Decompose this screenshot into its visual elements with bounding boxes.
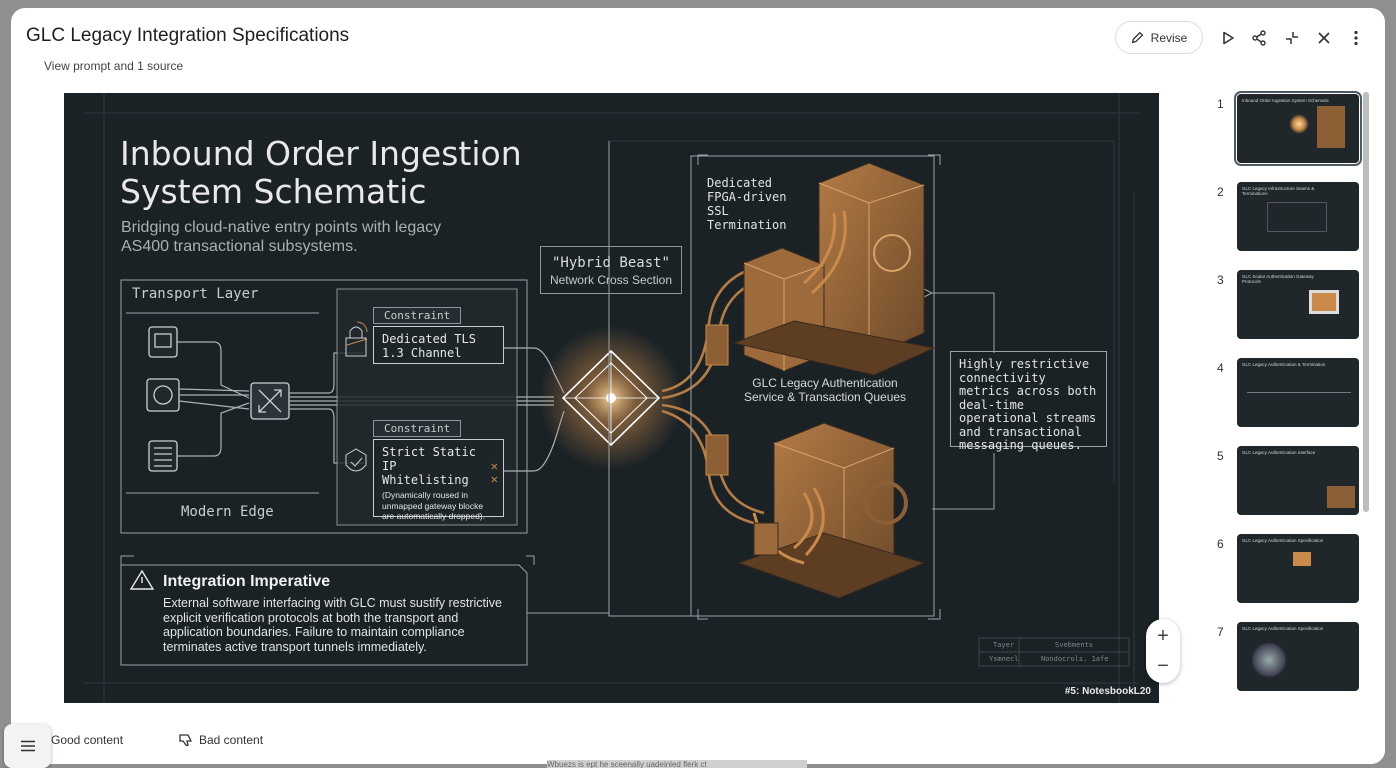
page-title: GLC Legacy Integration Specifications bbox=[26, 25, 350, 46]
thumbnail-number: 3 bbox=[1217, 273, 1224, 287]
slide-footer: #5: NotesbookL20 bbox=[1064, 686, 1151, 697]
hybrid-beast-label: "Hybrid Beast" Network Cross Section bbox=[540, 246, 682, 294]
transport-layer-label: Transport Layer bbox=[132, 286, 259, 302]
thumbnail-number: 4 bbox=[1217, 361, 1224, 375]
bad-content-label: Bad content bbox=[199, 733, 264, 747]
close-button[interactable] bbox=[1313, 27, 1335, 49]
thumbnail-title: GLC Scalar Authentication Gateway Protoc… bbox=[1242, 274, 1314, 284]
constraint-tls-text: Dedicated TLS 1.3 Channel bbox=[382, 332, 476, 360]
constraint-tls-box: Dedicated TLS 1.3 Channel bbox=[373, 326, 504, 364]
thumbnail-row: 4 GLC Legacy Authentication & Terminatio… bbox=[1211, 358, 1371, 430]
thumbnail-slide-3[interactable]: GLC Scalar Authentication Gateway Protoc… bbox=[1237, 270, 1359, 339]
bad-content-button[interactable]: Bad content bbox=[179, 733, 263, 747]
thumbnail-row: 3 GLC Scalar Authentication Gateway Prot… bbox=[1211, 270, 1371, 342]
share-icon bbox=[1252, 30, 1266, 46]
integration-imperative: Integration Imperative External software… bbox=[121, 563, 526, 665]
thumbnail-number: 7 bbox=[1217, 625, 1224, 639]
table-header-1: Tayer bbox=[993, 641, 1015, 649]
more-vert-icon bbox=[1354, 30, 1358, 46]
table-cell-2: Nondocrols. 1afe bbox=[1041, 655, 1109, 663]
imperative-title: Integration Imperative bbox=[163, 573, 331, 590]
imperative-body: External software interfacing with GLC m… bbox=[163, 596, 503, 654]
constraint-ip-text: Strict Static IP Whitelisting bbox=[382, 445, 476, 487]
slide-subtitle: Bridging cloud-native entry points with … bbox=[121, 219, 442, 255]
app-window: GLC Legacy Integration Specifications Vi… bbox=[11, 8, 1385, 764]
thumbnail-row: 2 GLC Legacy Infrastructure Seams & Term… bbox=[1211, 182, 1371, 254]
slide-title: Inbound Order Ingestion System Schematic bbox=[120, 134, 522, 211]
thumbnail-number: 5 bbox=[1217, 449, 1224, 463]
lower-server bbox=[737, 422, 926, 599]
pencil-icon bbox=[1131, 31, 1143, 44]
thumbnail-row: 7 GLC Legacy Authentication Specificatio… bbox=[1211, 622, 1371, 694]
thumbnail-row: 1 Inbound Order Ingestion System Schemat… bbox=[1211, 91, 1371, 166]
play-icon bbox=[1223, 31, 1234, 45]
thumbnail-row: 5 GLC Legacy Authentication Interface bbox=[1211, 446, 1371, 518]
thumbnail-slide-4[interactable]: GLC Legacy Authentication & Termination bbox=[1237, 358, 1359, 427]
constraint-ip-box: Strict Static IP Whitelisting (Dynamical… bbox=[373, 439, 504, 521]
thumbnail-title: GLC Legacy Authentication Specification bbox=[1242, 538, 1324, 543]
slide-canvas: Inbound Order Ingestion System Schematic… bbox=[64, 93, 1159, 703]
zoom-control: + − bbox=[1146, 619, 1180, 683]
thumbnail-number: 1 bbox=[1217, 97, 1224, 111]
feedback-bar: Good content Bad content bbox=[11, 714, 1385, 764]
close-icon bbox=[1318, 32, 1330, 44]
thumbnail-slide-2[interactable]: GLC Legacy Infrastructure Seams & Termin… bbox=[1237, 182, 1359, 251]
menu-button[interactable] bbox=[4, 724, 51, 768]
hamburger-icon bbox=[20, 740, 35, 752]
thumbnail-title: GLC Legacy Authentication Specification bbox=[1242, 626, 1324, 631]
good-content-label: Good content bbox=[51, 733, 124, 747]
present-button[interactable] bbox=[1217, 27, 1239, 49]
hybrid-beast-title: "Hybrid Beast" bbox=[551, 255, 670, 271]
thumbnail-slide-7[interactable]: GLC Legacy Authentication Specification bbox=[1237, 622, 1359, 691]
table-header-2: Svebments bbox=[1055, 641, 1093, 649]
thumbnail-slide-6[interactable]: GLC Legacy Authentication Specification bbox=[1237, 534, 1359, 603]
thumbnails-scrollbar[interactable] bbox=[1363, 92, 1369, 512]
thumbnail-number: 6 bbox=[1217, 537, 1224, 551]
edge-icons bbox=[146, 326, 290, 472]
restrictive-note: Highly restrictive connectivity metrics … bbox=[950, 351, 1107, 452]
collapse-icon bbox=[1286, 32, 1298, 44]
glc-service-label: GLC Legacy Authentication Service & Tran… bbox=[743, 376, 907, 404]
good-content-button[interactable]: Good content bbox=[51, 733, 123, 747]
view-prompt-link[interactable]: View prompt and 1 source bbox=[44, 59, 183, 73]
hybrid-beast-subtitle: Network Cross Section bbox=[549, 273, 673, 287]
thumbnail-title: Inbound Order Ingestion System Schematic bbox=[1242, 98, 1330, 103]
constraint-tag-2: Constraint bbox=[373, 420, 462, 437]
table-cell-1: Ysmnecl bbox=[989, 655, 1019, 663]
fpga-label: Dedicated FPGA-driven SSL Termination bbox=[707, 176, 787, 232]
zoom-in-button[interactable]: + bbox=[1146, 621, 1180, 651]
slide-thumbnails: 1 Inbound Order Ingestion System Schemat… bbox=[1211, 91, 1371, 712]
constraint-tag-1: Constraint bbox=[373, 307, 462, 324]
thumbnail-row: 6 GLC Legacy Authentication Specificatio… bbox=[1211, 534, 1371, 606]
thumbnail-title: GLC Legacy Authentication Interface bbox=[1242, 450, 1316, 455]
collapse-button[interactable] bbox=[1281, 27, 1303, 49]
thumbnail-title: GLC Legacy Authentication & Termination bbox=[1242, 362, 1326, 367]
revise-label: Revise bbox=[1150, 30, 1188, 45]
zoom-out-button[interactable]: − bbox=[1146, 651, 1180, 681]
thumbnail-title: GLC Legacy Infrastructure Seams & Termin… bbox=[1242, 186, 1315, 196]
background-text-peek: Wbuezs is ept he sceenally uadeinled fle… bbox=[547, 760, 807, 768]
cross-icon: ✕ ✕ bbox=[490, 459, 498, 486]
constraint-ip-note: (Dynamically roused in unmapped gateway … bbox=[382, 490, 486, 521]
thumbs-down-icon bbox=[179, 734, 193, 747]
revise-button[interactable]: Revise bbox=[1115, 21, 1203, 54]
thumbnail-slide-1[interactable]: Inbound Order Ingestion System Schematic bbox=[1234, 91, 1362, 166]
thumbnail-number: 2 bbox=[1217, 185, 1224, 199]
share-button[interactable] bbox=[1248, 27, 1270, 49]
modern-edge-label: Modern Edge bbox=[181, 504, 274, 520]
more-options-button[interactable] bbox=[1345, 27, 1367, 49]
thumbnail-slide-5[interactable]: GLC Legacy Authentication Interface bbox=[1237, 446, 1359, 515]
